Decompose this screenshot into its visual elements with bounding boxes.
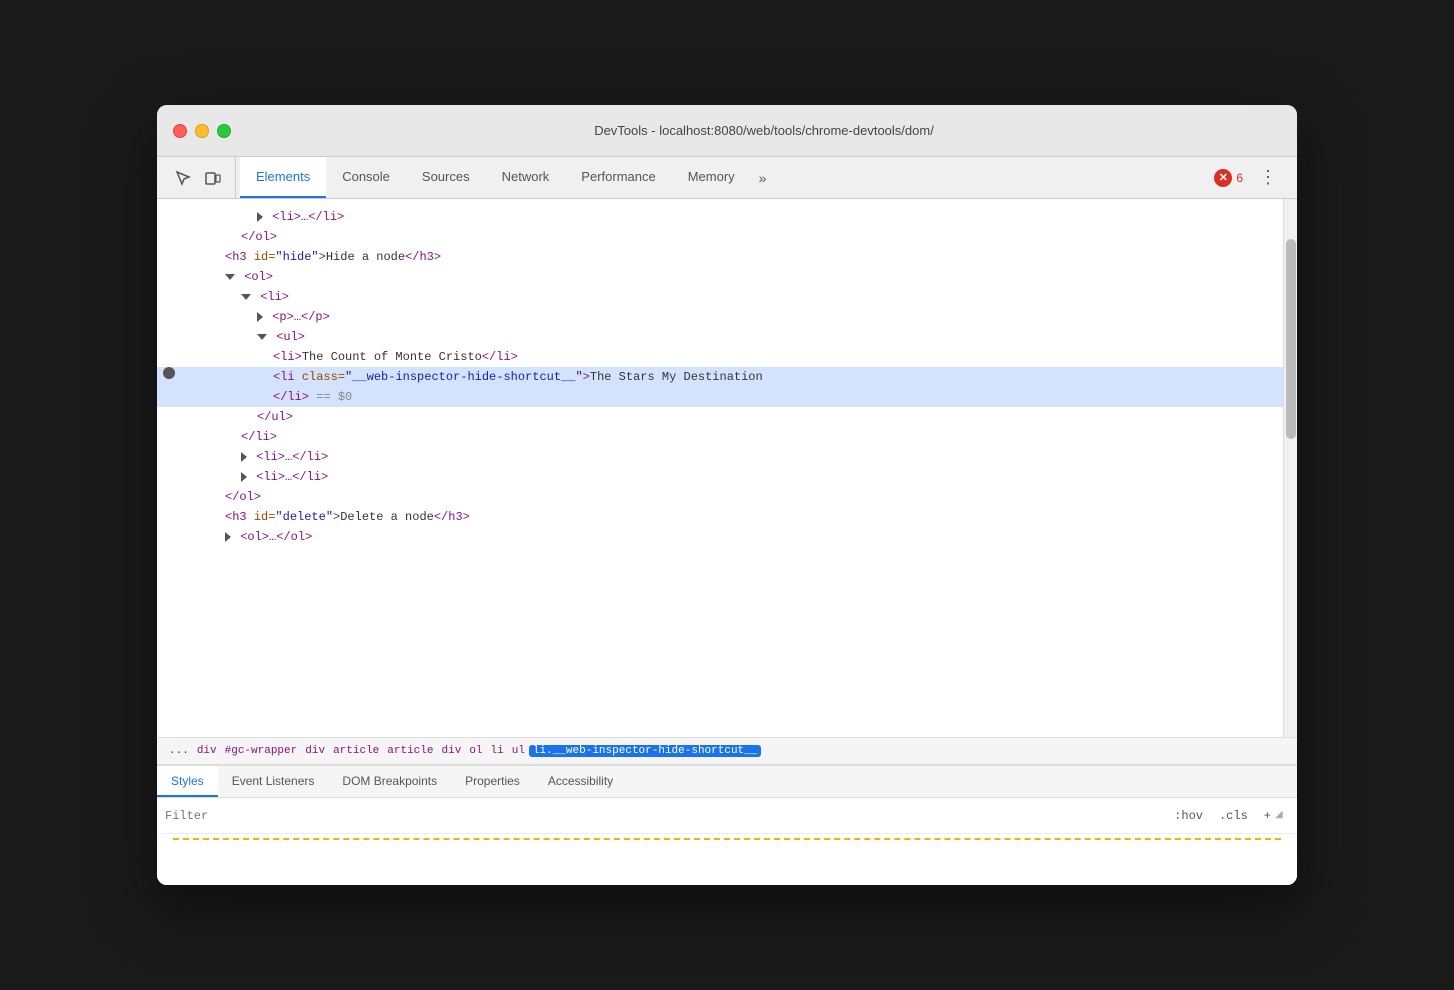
breadcrumb-bar: ... div #gc-wrapper div article article …: [157, 737, 1297, 765]
hov-button[interactable]: :hov: [1170, 807, 1207, 825]
main-panel: <li>…</li> </ol> <h3 id="hide">Hide a no…: [157, 199, 1297, 885]
filter-buttons: :hov .cls +: [1170, 807, 1275, 825]
error-badge[interactable]: ✕ 6: [1214, 169, 1243, 187]
main-menu-button[interactable]: ⋮: [1251, 163, 1285, 192]
dom-line[interactable]: </ul>: [157, 407, 1283, 427]
breadcrumb-item-li[interactable]: li: [487, 745, 508, 757]
minimize-button[interactable]: [195, 124, 209, 138]
collapse-triangle[interactable]: [241, 294, 251, 300]
dom-line-selected-close[interactable]: </li> == $0: [157, 387, 1283, 407]
collapse-triangle[interactable]: [241, 452, 247, 462]
dom-content[interactable]: <li>…</li> </ol> <h3 id="hide">Hide a no…: [157, 199, 1283, 737]
dom-scrollbar[interactable]: [1283, 199, 1297, 737]
tab-sources[interactable]: Sources: [406, 157, 486, 198]
close-button[interactable]: [173, 124, 187, 138]
collapse-triangle[interactable]: [257, 312, 263, 322]
window-title: DevTools - localhost:8080/web/tools/chro…: [247, 123, 1281, 138]
dom-selected-indicator: [163, 367, 175, 379]
titlebar: DevTools - localhost:8080/web/tools/chro…: [157, 105, 1297, 157]
dom-line[interactable]: <li>…</li>: [157, 447, 1283, 467]
error-icon: ✕: [1214, 169, 1232, 187]
breadcrumb-item-active[interactable]: li.__web-inspector-hide-shortcut__: [529, 745, 761, 757]
devtools-window: DevTools - localhost:8080/web/tools/chro…: [157, 105, 1297, 885]
bottom-panel: Styles Event Listeners DOM Breakpoints P…: [157, 765, 1297, 885]
dom-line[interactable]: <li>The Count of Monte Cristo</li>: [157, 347, 1283, 367]
dom-line[interactable]: <li>…</li>: [157, 467, 1283, 487]
breadcrumb-item-article1[interactable]: article: [329, 745, 383, 757]
toolbar-right: ✕ 6 ⋮: [1206, 157, 1293, 198]
tab-accessibility[interactable]: Accessibility: [534, 766, 627, 797]
dom-line[interactable]: <ol>…</ol>: [157, 527, 1283, 547]
maximize-button[interactable]: [217, 124, 231, 138]
tab-event-listeners[interactable]: Event Listeners: [218, 766, 329, 797]
dom-line[interactable]: </ol>: [157, 227, 1283, 247]
tab-console[interactable]: Console: [326, 157, 406, 198]
dom-line[interactable]: <p>…</p>: [157, 307, 1283, 327]
tab-elements[interactable]: Elements: [240, 157, 326, 198]
dashed-style-border: [173, 838, 1281, 840]
dom-line[interactable]: <ol>: [157, 267, 1283, 287]
inspect-element-button[interactable]: [169, 164, 197, 192]
collapse-triangle[interactable]: [257, 212, 263, 222]
filter-input[interactable]: [165, 809, 1170, 823]
breadcrumb-item-div2[interactable]: div: [301, 745, 329, 757]
collapse-triangle[interactable]: [241, 472, 247, 482]
filter-bar: :hov .cls + ◢: [157, 798, 1297, 834]
collapse-triangle[interactable]: [225, 532, 231, 542]
tab-network[interactable]: Network: [486, 157, 566, 198]
cls-button[interactable]: .cls: [1215, 807, 1252, 825]
tab-memory[interactable]: Memory: [672, 157, 751, 198]
dom-line[interactable]: <li>: [157, 287, 1283, 307]
dom-line[interactable]: <li>…</li>: [157, 207, 1283, 227]
add-style-button[interactable]: +: [1260, 807, 1275, 825]
tab-properties[interactable]: Properties: [451, 766, 534, 797]
breadcrumb-item-ol[interactable]: ol: [465, 745, 486, 757]
resize-handle[interactable]: ◢: [1275, 809, 1289, 823]
toolbar: Elements Console Sources Network Perform…: [157, 157, 1297, 199]
breadcrumb-item[interactable]: ...: [165, 745, 193, 757]
bottom-tabs: Styles Event Listeners DOM Breakpoints P…: [157, 766, 1297, 798]
dom-line[interactable]: <ul>: [157, 327, 1283, 347]
device-toolbar-button[interactable]: [199, 164, 227, 192]
breadcrumb-item-div[interactable]: div: [193, 745, 221, 757]
toolbar-icons: [161, 157, 236, 198]
tab-performance[interactable]: Performance: [565, 157, 671, 198]
collapse-triangle[interactable]: [225, 274, 235, 280]
scrollbar-thumb[interactable]: [1286, 239, 1296, 439]
traffic-lights: [173, 124, 231, 138]
dom-line[interactable]: <h3 id="delete">Delete a node</h3>: [157, 507, 1283, 527]
breadcrumb-item-ul[interactable]: ul: [508, 745, 529, 757]
breadcrumb-item-div3[interactable]: div: [438, 745, 466, 757]
dom-line[interactable]: </ol>: [157, 487, 1283, 507]
dom-line-selected[interactable]: <li class="__web-inspector-hide-shortcut…: [157, 367, 1283, 387]
collapse-triangle[interactable]: [257, 334, 267, 340]
breadcrumb-item-article2[interactable]: article: [383, 745, 437, 757]
more-tabs-button[interactable]: »: [751, 157, 775, 198]
breadcrumb-item-gc-wrapper[interactable]: #gc-wrapper: [221, 745, 302, 757]
dom-line[interactable]: <h3 id="hide">Hide a node</h3>: [157, 247, 1283, 267]
tab-dom-breakpoints[interactable]: DOM Breakpoints: [328, 766, 451, 797]
dom-line[interactable]: </li>: [157, 427, 1283, 447]
tab-styles[interactable]: Styles: [157, 766, 218, 797]
dom-panel: <li>…</li> </ol> <h3 id="hide">Hide a no…: [157, 199, 1297, 737]
